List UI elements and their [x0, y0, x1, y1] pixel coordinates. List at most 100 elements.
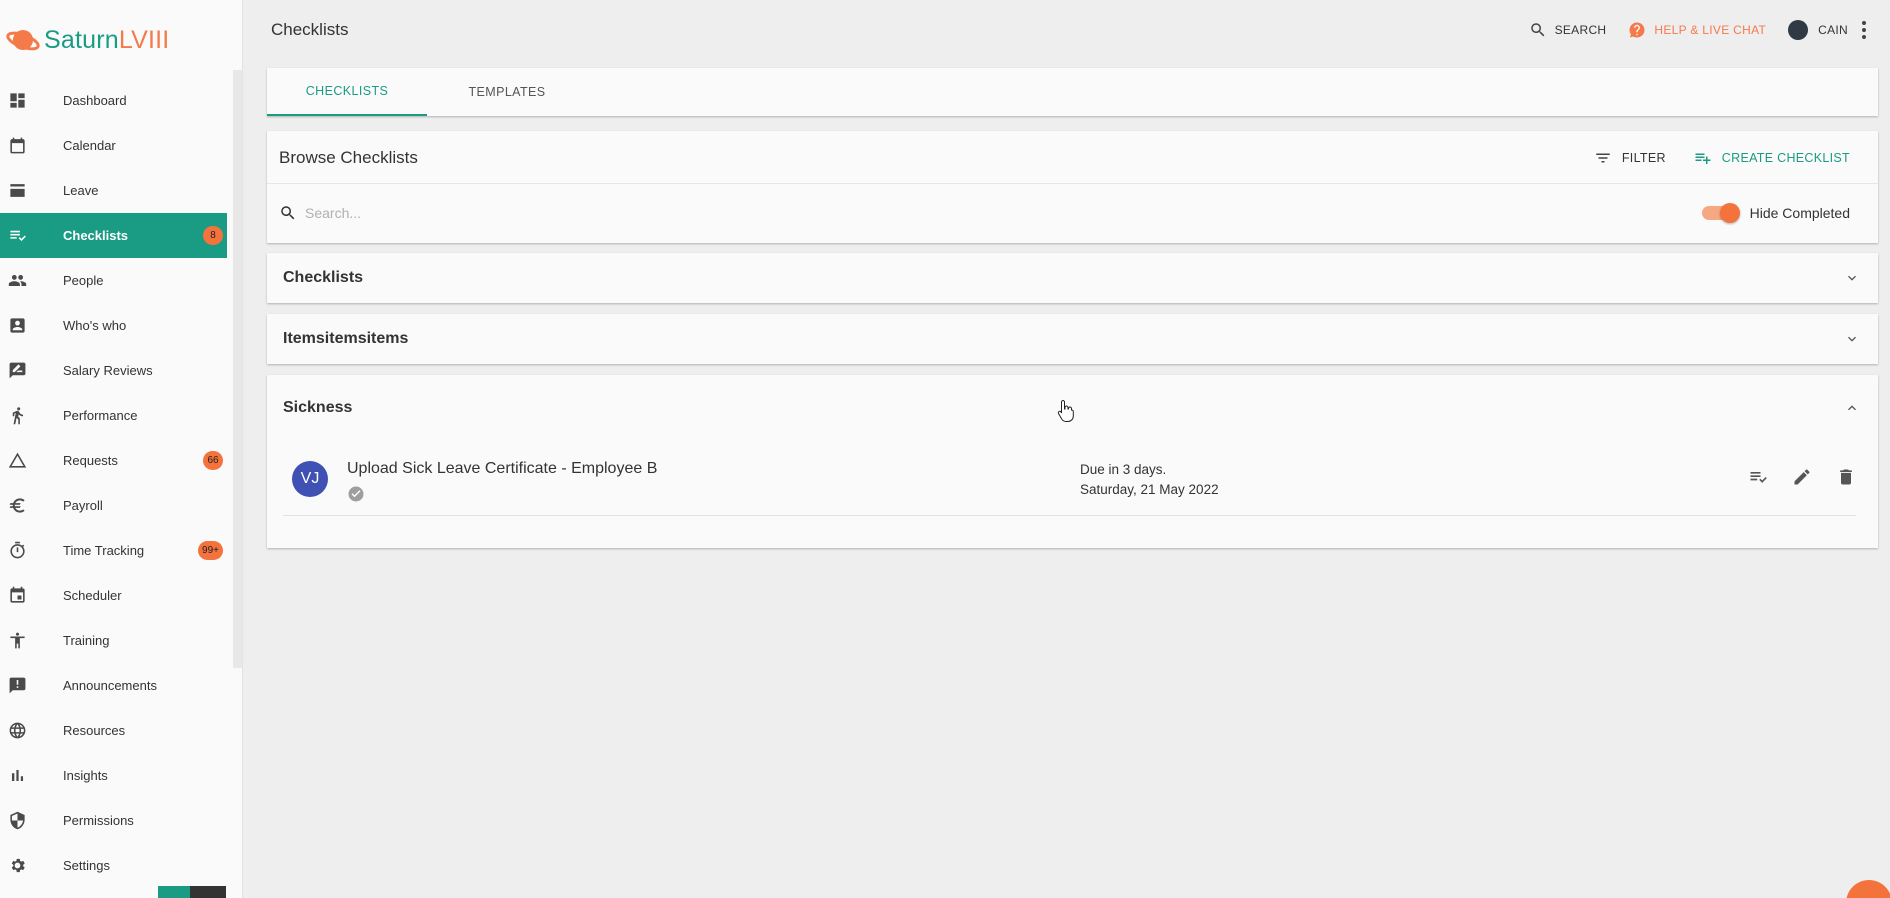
accessibility-icon: [8, 631, 27, 650]
browse-panel: Browse Checklists FILTER CREATE CHECKLIS…: [267, 131, 1878, 243]
more-vert-icon[interactable]: [1862, 21, 1866, 39]
sidebar-item-settings[interactable]: Settings: [0, 843, 227, 888]
item-actions: [1724, 467, 1856, 487]
triangle-icon: [8, 451, 27, 470]
group-itemsitemsitems[interactable]: Itemsitemsitems: [267, 314, 1878, 364]
sidebar-footer-controls[interactable]: [158, 886, 226, 898]
browse-actions: FILTER CREATE CHECKLIST: [1566, 149, 1850, 167]
chevron-down-icon[interactable]: [1844, 270, 1860, 286]
due-absolute: Saturday, 21 May 2022: [1080, 482, 1219, 497]
sidebar-item-label: Performance: [63, 408, 138, 423]
sidebar: SaturnLVIII Dashboard Calendar Leave Che…: [0, 0, 243, 898]
check-circle-icon: [348, 486, 364, 502]
search-button[interactable]: SEARCH: [1529, 21, 1607, 39]
edit-icon[interactable]: [1792, 467, 1812, 487]
sidebar-item-insights[interactable]: Insights: [0, 753, 227, 798]
planet-logo-icon: [6, 30, 40, 51]
sidebar-item-whos-who[interactable]: Who's who: [0, 303, 227, 348]
hide-completed-toggle[interactable]: [1701, 203, 1740, 223]
event-icon: [8, 586, 27, 605]
sidebar-item-payroll[interactable]: Payroll: [0, 483, 227, 528]
sidebar-item-label: Requests: [63, 453, 118, 468]
sidebar-item-label: Settings: [63, 858, 110, 873]
sidebar-item-people[interactable]: People: [0, 258, 227, 303]
tab-templates[interactable]: TEMPLATES: [427, 68, 587, 116]
settings-icon: [8, 856, 27, 875]
sidebar-item-permissions[interactable]: Permissions: [0, 798, 227, 843]
chevron-down-icon[interactable]: [1844, 331, 1860, 347]
sidebar-item-checklists[interactable]: Checklists 8: [0, 213, 227, 258]
sidebar-item-announcements[interactable]: Announcements: [0, 663, 227, 708]
tab-bar: CHECKLISTS TEMPLATES: [267, 68, 1878, 116]
leave-icon: [8, 181, 27, 200]
sidebar-item-leave[interactable]: Leave: [0, 168, 227, 213]
sidebar-item-performance[interactable]: Performance: [0, 393, 227, 438]
sidebar-scrollbar[interactable]: [233, 70, 242, 668]
search-label: SEARCH: [1554, 23, 1607, 37]
stopwatch-icon: [8, 541, 27, 560]
sidebar-item-scheduler[interactable]: Scheduler: [0, 573, 227, 618]
sidebar-item-label: Salary Reviews: [63, 363, 153, 378]
sidebar-item-label: Calendar: [63, 138, 116, 153]
top-bar: Checklists SEARCH HELP & LIVE CHAT CAIN: [243, 0, 1890, 60]
user-name: CAIN: [1818, 23, 1848, 37]
search-icon: [281, 206, 295, 220]
create-checklist-button[interactable]: CREATE CHECKLIST: [1694, 149, 1850, 167]
people-icon: [8, 271, 27, 290]
calendar-icon: [8, 136, 27, 155]
group-title[interactable]: Sickness: [283, 399, 352, 417]
chevron-up-icon[interactable]: [1844, 400, 1860, 416]
sidebar-item-training[interactable]: Training: [0, 618, 227, 663]
sidebar-item-label: Permissions: [63, 813, 134, 828]
sidebar-item-label: People: [63, 273, 104, 288]
sidebar-item-label: Leave: [63, 183, 99, 198]
top-actions: SEARCH HELP & LIVE CHAT CAIN: [1507, 18, 1866, 42]
checklist-icon[interactable]: [1748, 467, 1768, 487]
due-date: Due in 3 days. Saturday, 21 May 2022: [1080, 460, 1219, 500]
playlist-add-icon: [1695, 153, 1711, 164]
sidebar-item-requests[interactable]: Requests 66: [0, 438, 227, 483]
sidebar-item-label: Time Tracking: [63, 543, 145, 558]
filter-button[interactable]: FILTER: [1594, 149, 1666, 167]
salary-icon: [8, 361, 27, 380]
help-live-chat-button[interactable]: HELP & LIVE CHAT: [1628, 21, 1766, 39]
shield-icon: [8, 811, 27, 830]
floating-action-button[interactable]: [1846, 880, 1890, 898]
sidebar-item-resources[interactable]: Resources: [0, 708, 227, 753]
search-row: Hide Completed: [267, 184, 1878, 242]
sidebar-item-calendar[interactable]: Calendar: [0, 123, 227, 168]
hand-cursor-icon: [1057, 399, 1074, 422]
toggle-knob: [1719, 203, 1740, 223]
delete-icon[interactable]: [1836, 467, 1856, 487]
group-checklists[interactable]: Checklists: [267, 253, 1878, 303]
checklist-icon: [8, 226, 27, 245]
sidebar-item-label: Dashboard: [63, 93, 127, 108]
bar-chart-icon: [8, 766, 27, 785]
user-menu[interactable]: CAIN: [1788, 20, 1866, 40]
search-input[interactable]: [305, 202, 1205, 224]
app-logo[interactable]: SaturnLVIII: [6, 22, 169, 58]
due-relative: Due in 3 days.: [1080, 462, 1167, 477]
browse-title: Browse Checklists: [279, 148, 418, 167]
count-badge: 8: [203, 226, 223, 245]
count-badge: 66: [203, 451, 223, 470]
sidebar-item-label: Who's who: [63, 318, 127, 333]
avatar: VJ: [292, 461, 328, 497]
group-title: Itemsitemsitems: [283, 330, 409, 347]
globe-icon: [8, 721, 27, 740]
hide-completed-control: Hide Completed: [1701, 202, 1850, 224]
create-checklist-label: CREATE CHECKLIST: [1721, 151, 1850, 165]
sidebar-item-dashboard[interactable]: Dashboard: [0, 78, 227, 123]
logo-text: SaturnLVIII: [44, 25, 170, 54]
filter-icon: [1596, 153, 1610, 163]
page-title: Checklists: [271, 20, 349, 39]
tab-checklists[interactable]: CHECKLISTS: [267, 68, 427, 116]
announcement-icon: [8, 676, 27, 695]
sidebar-item-time-tracking[interactable]: Time Tracking 99+: [0, 528, 227, 573]
sidebar-item-salary-reviews[interactable]: Salary Reviews: [0, 348, 227, 393]
help-icon: [1629, 22, 1645, 38]
list-item[interactable]: VJ Upload Sick Leave Certificate - Emplo…: [283, 459, 1856, 516]
checklist-item-title[interactable]: Upload Sick Leave Certificate - Employee…: [347, 460, 657, 478]
hide-completed-label: Hide Completed: [1749, 205, 1850, 221]
sidebar-item-label: Announcements: [63, 678, 157, 693]
